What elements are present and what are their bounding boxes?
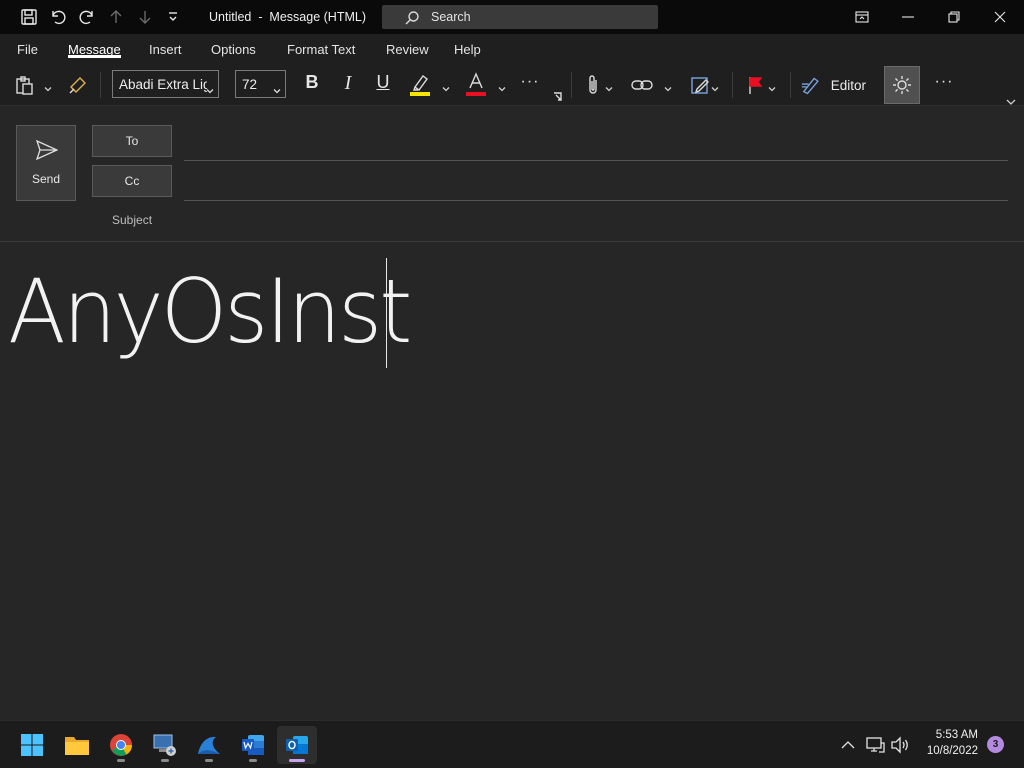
send-icon xyxy=(36,140,58,160)
tab-options[interactable]: Options xyxy=(211,42,256,57)
active-tab-indicator xyxy=(68,55,121,58)
font-size-value: 72 xyxy=(242,77,258,92)
separator xyxy=(790,72,791,98)
more-options-button[interactable]: ··· xyxy=(934,73,954,91)
italic-button[interactable]: I xyxy=(338,72,358,95)
tab-insert[interactable]: Insert xyxy=(149,42,182,57)
network-icon[interactable] xyxy=(865,735,885,755)
chrome-button[interactable] xyxy=(101,726,141,764)
tab-review[interactable]: Review xyxy=(386,42,429,57)
separator xyxy=(100,72,101,98)
restore-icon[interactable] xyxy=(931,0,977,34)
windows-start-icon xyxy=(21,734,43,756)
paste-dropdown-icon[interactable] xyxy=(44,80,52,92)
sun-icon xyxy=(893,76,911,94)
ribbon-display-options-icon[interactable] xyxy=(839,0,885,34)
subject-label: Subject xyxy=(112,213,153,227)
font-dialog-launcher-icon[interactable] xyxy=(552,91,562,101)
file-explorer-icon xyxy=(65,737,89,755)
ribbon-tabs: File Message Insert Options Format Text … xyxy=(0,34,1024,65)
editor-button[interactable]: Editor xyxy=(800,71,866,99)
running-indicator xyxy=(249,759,257,762)
text-cursor xyxy=(386,258,387,368)
signature-dropdown-icon[interactable] xyxy=(711,80,719,92)
flag-icon[interactable] xyxy=(744,71,766,99)
paste-icon[interactable] xyxy=(12,71,36,99)
running-indicator xyxy=(117,759,125,762)
file-explorer-button[interactable] xyxy=(57,726,97,764)
search-input[interactable]: Search xyxy=(382,5,658,29)
taskbar: 5:53 AM 10/8/2022 3 xyxy=(0,720,1024,768)
start-button[interactable] xyxy=(12,726,52,764)
notification-badge[interactable]: 3 xyxy=(987,736,1004,753)
search-icon xyxy=(405,11,419,25)
cc-field[interactable] xyxy=(184,200,1008,201)
close-icon[interactable] xyxy=(977,0,1023,34)
volume-icon[interactable] xyxy=(890,735,910,755)
running-indicator xyxy=(161,759,169,762)
editor-icon xyxy=(801,77,819,95)
search-placeholder: Search xyxy=(431,10,471,24)
send-button[interactable]: Send xyxy=(16,125,76,201)
attach-dropdown-icon[interactable] xyxy=(605,80,613,92)
minimize-icon[interactable] xyxy=(885,0,931,34)
word-icon xyxy=(242,735,264,755)
arrow-down-icon[interactable] xyxy=(134,6,156,28)
attach-file-icon[interactable] xyxy=(582,71,604,99)
chevron-down-icon xyxy=(273,82,281,100)
tab-file[interactable]: File xyxy=(17,42,38,57)
flag-dropdown-icon[interactable] xyxy=(768,80,776,92)
arrow-up-icon[interactable] xyxy=(105,6,127,28)
highlight-dropdown-icon[interactable] xyxy=(442,80,450,92)
font-name-value: Abadi Extra Lig xyxy=(119,77,207,92)
show-hidden-icons-icon[interactable] xyxy=(838,735,858,755)
outlook-icon xyxy=(286,736,308,754)
editor-label: Editor xyxy=(830,77,866,93)
outlook-button[interactable] xyxy=(277,726,317,764)
font-size-select[interactable]: 72 xyxy=(235,70,286,98)
chevron-down-icon xyxy=(206,82,214,100)
cc-button[interactable]: Cc xyxy=(92,165,172,197)
word-button[interactable] xyxy=(233,726,273,764)
undo-icon[interactable] xyxy=(47,6,69,28)
separator xyxy=(732,72,733,98)
redo-icon[interactable] xyxy=(76,6,98,28)
font-name-select[interactable]: Abadi Extra Lig xyxy=(112,70,219,98)
remote-desktop-button[interactable] xyxy=(145,726,185,764)
signature-icon[interactable] xyxy=(689,71,711,99)
font-color-icon[interactable] xyxy=(464,70,488,98)
to-button[interactable]: To xyxy=(92,125,172,157)
active-app-indicator xyxy=(289,759,305,762)
title-bar: Untitled - Message (HTML) Search xyxy=(0,0,1024,34)
collapse-ribbon-icon[interactable] xyxy=(1006,93,1016,105)
clock-time[interactable]: 5:53 AM xyxy=(910,729,978,741)
font-color-dropdown-icon[interactable] xyxy=(498,80,506,92)
underline-button[interactable]: U xyxy=(373,72,393,93)
running-indicator xyxy=(205,759,213,762)
link-icon[interactable] xyxy=(630,71,654,99)
format-painter-icon[interactable] xyxy=(66,71,90,99)
highlight-icon[interactable] xyxy=(408,70,432,98)
send-label: Send xyxy=(31,172,61,186)
window-title: Untitled - Message (HTML) xyxy=(209,10,366,24)
save-icon[interactable] xyxy=(18,6,40,28)
edge-beta-button[interactable] xyxy=(189,726,229,764)
bold-button[interactable]: B xyxy=(302,72,322,93)
to-field[interactable] xyxy=(184,160,1008,161)
immersive-reader-button[interactable] xyxy=(884,66,920,104)
tab-format-text[interactable]: Format Text xyxy=(287,42,355,57)
tab-help[interactable]: Help xyxy=(454,42,481,57)
chrome-icon xyxy=(110,734,132,756)
separator xyxy=(571,72,572,98)
remote-desktop-icon xyxy=(153,734,176,756)
edge-beta-icon xyxy=(198,736,220,754)
customize-toolbar-icon[interactable] xyxy=(162,6,184,28)
clock-date[interactable]: 10/8/2022 xyxy=(910,745,978,757)
more-font-options-button[interactable]: ··· xyxy=(520,73,540,91)
link-dropdown-icon[interactable] xyxy=(664,80,672,92)
message-body-text[interactable]: AnyOsInst xyxy=(8,262,412,362)
